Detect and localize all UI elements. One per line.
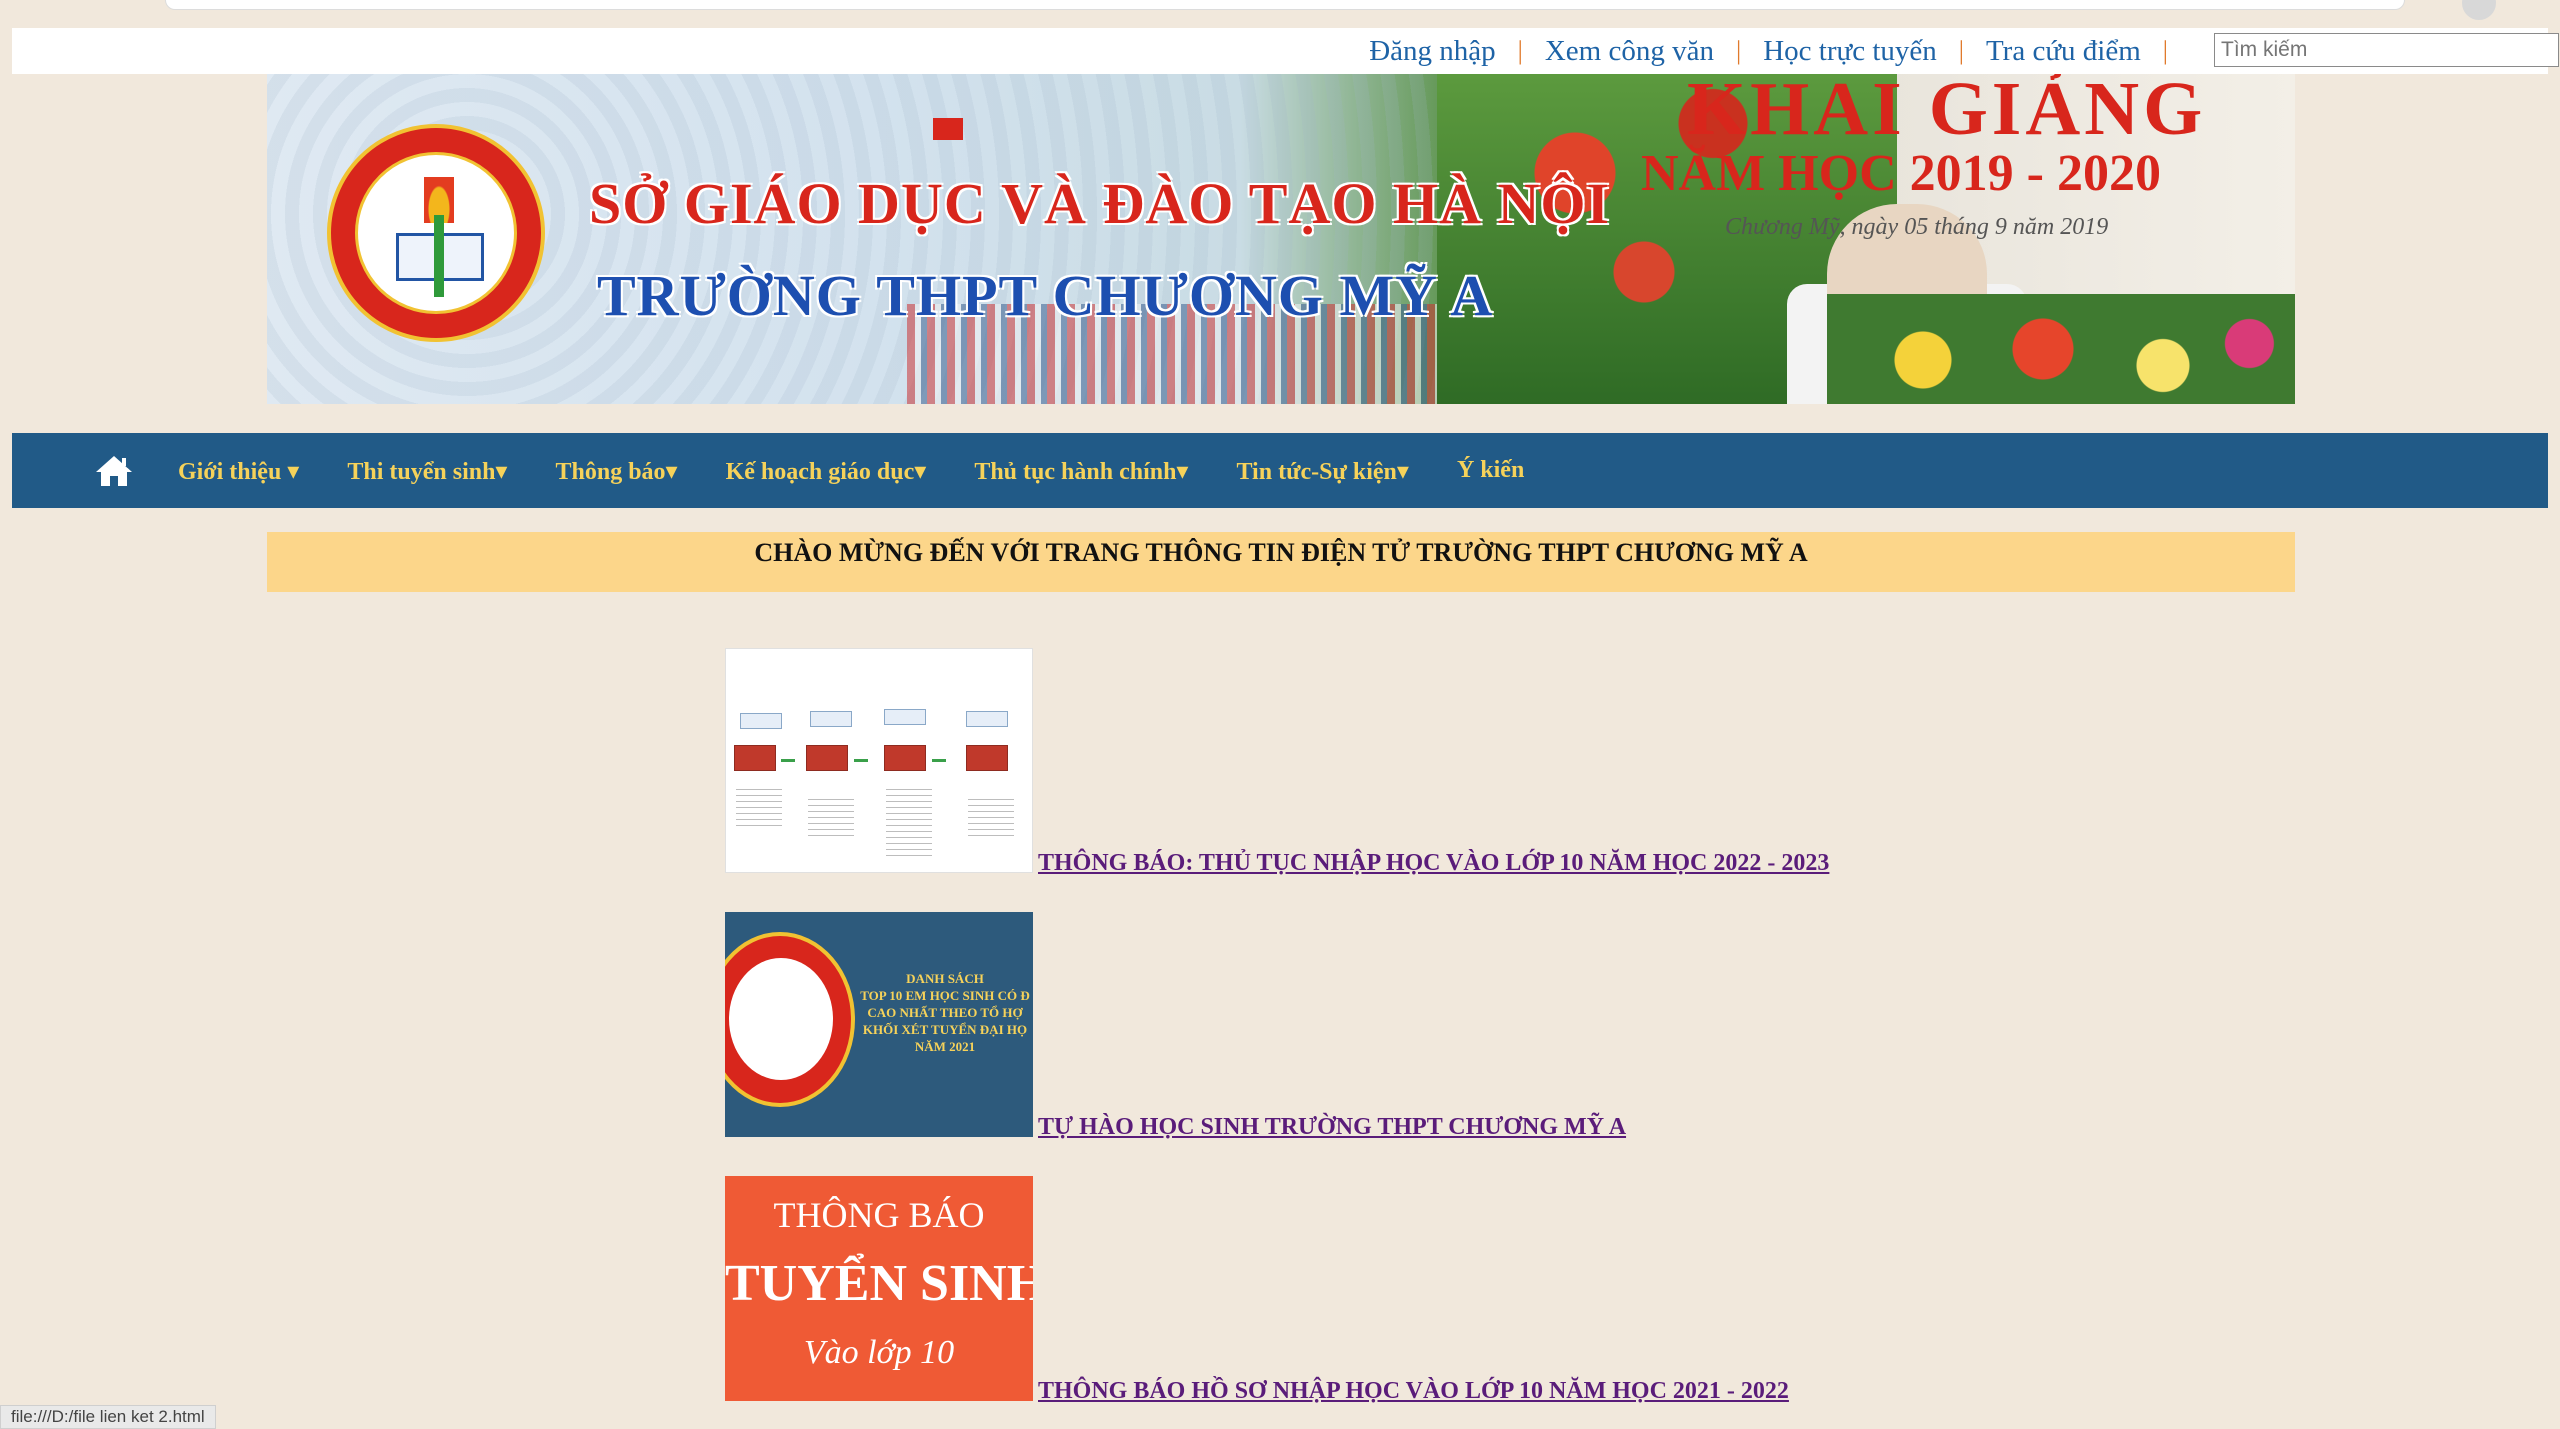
nav-about[interactable]: Giới thiệu ▾ (178, 456, 299, 486)
news-link[interactable]: TỰ HÀO HỌC SINH TRƯỜNG THPT CHƯƠNG MỸ A (1038, 1114, 1626, 1141)
school-logo-inner (729, 958, 833, 1080)
welcome-banner: CHÀO MỪNG ĐẾN VỚI TRANG THÔNG TIN ĐIỆN T… (267, 532, 2295, 592)
flow-text (886, 789, 932, 859)
search-input[interactable] (2214, 33, 2559, 67)
thumbnail-line1: THÔNG BÁO (773, 1195, 985, 1235)
school-logo (327, 124, 545, 342)
main-nav: Giới thiệu ▾ Thi tuyển sinh▾ Thông báo▾ … (12, 433, 2548, 508)
documents-link[interactable]: Xem công văn (1523, 35, 1736, 68)
browser-profile-icon[interactable] (2462, 0, 2496, 20)
flow-box (806, 745, 848, 771)
news-link[interactable]: THÔNG BÁO HỒ SƠ NHẬP HỌC VÀO LỚP 10 NĂM … (1038, 1378, 1789, 1405)
flow-box (966, 745, 1008, 771)
flow-step (884, 709, 926, 725)
top-links: Đăng nhập | Xem công văn | Học trực tuyế… (1347, 28, 2168, 74)
flow-arrow (932, 759, 946, 762)
nav-announcements[interactable]: Thông báo▾ (555, 456, 677, 486)
flow-box (734, 745, 776, 771)
flag-icon (933, 118, 963, 140)
flow-arrow (781, 759, 795, 762)
torch-handle (434, 215, 444, 297)
address-bar-edge (165, 0, 2405, 10)
top-link-bar: Đăng nhập | Xem công văn | Học trực tuyế… (12, 28, 2559, 74)
flow-step (966, 711, 1008, 727)
flow-step (810, 711, 852, 727)
nav-admin-procedures[interactable]: Thủ tục hành chính▾ (974, 456, 1188, 486)
news-thumbnail[interactable]: DANH SÁCH TOP 10 EM HỌC SINH CÓ Đ CAO NH… (725, 912, 1033, 1137)
nav-admissions[interactable]: Thi tuyển sinh▾ (347, 456, 507, 486)
news-link[interactable]: THÔNG BÁO: THỦ TỤC NHẬP HỌC VÀO LỚP 10 N… (1038, 850, 1829, 877)
flow-text (968, 799, 1014, 839)
school-logo-icon (725, 932, 855, 1107)
school-title: TRƯỜNG THPT CHƯƠNG MỸ A (597, 263, 1494, 328)
online-learning-link[interactable]: Học trực tuyến (1741, 35, 1959, 68)
flow-arrow (854, 759, 868, 762)
home-icon[interactable] (94, 453, 134, 489)
flow-step (740, 713, 782, 729)
flow-box (884, 745, 926, 771)
banner-flowers (1827, 294, 2295, 404)
school-logo-inner (355, 152, 517, 314)
department-title: SỞ GIÁO DỤC VÀ ĐÀO TẠO HÀ NỘI (589, 171, 1611, 236)
browser-chrome (0, 0, 2560, 22)
nav-news-events[interactable]: Tin tức-Sự kiện▾ (1236, 456, 1408, 486)
separator: | (2162, 36, 2168, 65)
nav-feedback[interactable]: Ý kiến (1457, 457, 1524, 484)
thumbnail-line2: TUYỂN SINH (725, 1255, 1033, 1312)
event-year: NĂM HỌC 2019 - 2020 (1641, 145, 2161, 202)
event-date: Chương Mỹ, ngày 05 tháng 9 năm 2019 (1725, 214, 2109, 240)
flow-text (808, 799, 854, 839)
news-thumbnail[interactable]: THÔNG BÁO TUYỂN SINH Vào lớp 10 (725, 1176, 1033, 1401)
flow-text (736, 789, 782, 829)
thumbnail-text: DANH SÁCH TOP 10 EM HỌC SINH CÓ Đ CAO NH… (860, 971, 1030, 1054)
thumbnail-heading (736, 657, 1026, 668)
header-banner: SỞ GIÁO DỤC VÀ ĐÀO TẠO HÀ NỘI TRƯỜNG THP… (267, 74, 2295, 404)
news-thumbnail[interactable] (725, 648, 1033, 873)
nav-education-plan[interactable]: Kế hoạch giáo dục▾ (726, 456, 927, 486)
welcome-text: CHÀO MỪNG ĐẾN VỚI TRANG THÔNG TIN ĐIỆN T… (754, 538, 1808, 567)
status-bar-url: file:///D:/file lien ket 2.html (0, 1405, 216, 1429)
event-title: KHAI GIẢNG (1687, 74, 2207, 151)
login-link[interactable]: Đăng nhập (1347, 35, 1517, 68)
score-lookup-link[interactable]: Tra cứu điểm (1964, 35, 2163, 68)
thumbnail-line3: Vào lớp 10 (803, 1334, 955, 1371)
